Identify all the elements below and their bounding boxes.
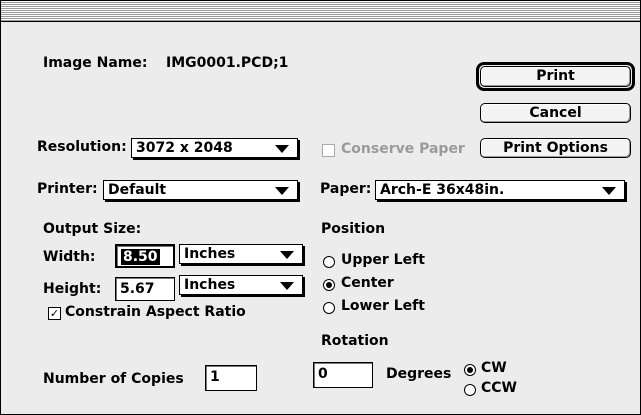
rotation-ccw-radio[interactable] — [464, 384, 476, 396]
width-unit-selected: Inches — [184, 246, 236, 262]
constrain-aspect-checkbox[interactable]: ✓ — [48, 307, 61, 320]
height-value: 5.67 — [120, 281, 155, 297]
printer-label: Printer: — [37, 181, 98, 197]
print-button[interactable]: Print — [480, 66, 631, 87]
output-size-title: Output Size: — [43, 221, 142, 237]
conserve-paper-checkbox[interactable] — [322, 144, 335, 157]
width-value: 8.50 — [121, 249, 160, 265]
rotation-value: 0 — [318, 366, 328, 382]
position-title: Position — [321, 221, 386, 237]
print-options-button[interactable]: Print Options — [480, 138, 631, 158]
position-lower-left-radio[interactable] — [323, 302, 335, 314]
height-label: Height: — [43, 281, 102, 297]
printer-selected: Default — [108, 182, 167, 198]
position-center-radio[interactable] — [323, 279, 335, 291]
cancel-button[interactable]: Cancel — [480, 103, 631, 123]
paper-label: Paper: — [320, 181, 372, 197]
constrain-aspect-label: Constrain Aspect Ratio — [65, 304, 246, 320]
width-field[interactable]: 8.50 — [115, 244, 175, 268]
position-center-label: Center — [341, 275, 394, 291]
rotation-cw-radio[interactable] — [464, 364, 476, 376]
chevron-down-icon — [275, 145, 289, 153]
print-dialog: Image Name: IMG0001.PCD;1 Print Cancel R… — [0, 0, 641, 415]
resolution-label: Resolution: — [37, 139, 127, 155]
position-lower-left-label: Lower Left — [341, 298, 425, 314]
chevron-down-icon — [280, 282, 294, 290]
check-mark-icon: ✓ — [49, 307, 60, 320]
resolution-selected: 3072 x 2048 — [136, 140, 233, 156]
chevron-down-icon — [280, 251, 294, 259]
paper-selected: Arch-E 36x48in. — [380, 182, 505, 198]
copies-label: Number of Copies — [43, 371, 184, 387]
chevron-down-icon — [602, 187, 616, 195]
height-unit-selected: Inches — [184, 277, 236, 293]
conserve-paper-label: Conserve Paper — [341, 141, 465, 157]
paper-popup[interactable]: Arch-E 36x48in. — [375, 180, 625, 200]
printer-popup[interactable]: Default — [103, 180, 298, 200]
rotation-cw-label: CW — [481, 360, 507, 376]
position-upper-left-radio[interactable] — [323, 256, 335, 268]
height-unit-popup[interactable]: Inches — [179, 275, 303, 295]
copies-value: 1 — [210, 369, 220, 385]
height-field[interactable]: 5.67 — [115, 277, 175, 301]
chevron-down-icon — [275, 187, 289, 195]
resolution-popup[interactable]: 3072 x 2048 — [131, 138, 298, 158]
width-unit-popup[interactable]: Inches — [179, 244, 303, 264]
rotation-field[interactable]: 0 — [313, 362, 373, 388]
rotation-ccw-label: CCW — [481, 380, 517, 396]
image-name-value: IMG0001.PCD;1 — [166, 55, 289, 71]
copies-field[interactable]: 1 — [205, 365, 257, 391]
width-label: Width: — [43, 249, 96, 265]
title-bar[interactable] — [1, 1, 640, 22]
rotation-title: Rotation — [321, 333, 389, 349]
position-upper-left-label: Upper Left — [341, 252, 425, 268]
degrees-label: Degrees — [386, 366, 452, 382]
image-name-label: Image Name: — [43, 55, 148, 71]
